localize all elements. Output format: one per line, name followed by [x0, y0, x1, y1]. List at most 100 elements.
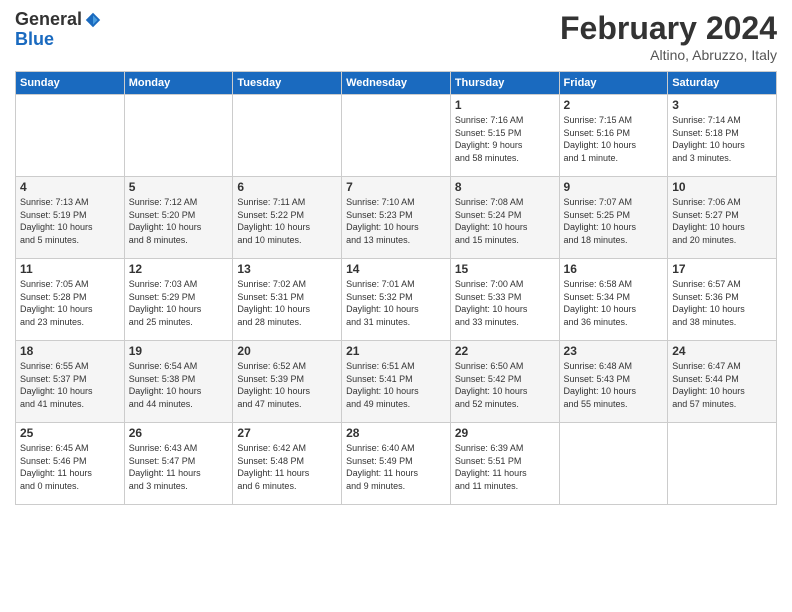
day-info: Sunrise: 7:11 AM Sunset: 5:22 PM Dayligh…	[237, 196, 337, 246]
day-info: Sunrise: 7:16 AM Sunset: 5:15 PM Dayligh…	[455, 114, 555, 164]
calendar-cell: 11 Sunrise: 7:05 AM Sunset: 5:28 PM Dayli…	[16, 259, 125, 341]
day-number: 23	[564, 344, 664, 358]
day-number: 19	[129, 344, 229, 358]
day-info: Sunrise: 7:13 AM Sunset: 5:19 PM Dayligh…	[20, 196, 120, 246]
day-number: 7	[346, 180, 446, 194]
calendar-cell	[16, 95, 125, 177]
day-info: Sunrise: 6:39 AM Sunset: 5:51 PM Dayligh…	[455, 442, 555, 492]
calendar-cell: 12 Sunrise: 7:03 AM Sunset: 5:29 PM Dayli…	[124, 259, 233, 341]
day-info: Sunrise: 6:42 AM Sunset: 5:48 PM Dayligh…	[237, 442, 337, 492]
day-number: 22	[455, 344, 555, 358]
calendar-cell: 13 Sunrise: 7:02 AM Sunset: 5:31 PM Dayli…	[233, 259, 342, 341]
day-number: 4	[20, 180, 120, 194]
day-info: Sunrise: 7:07 AM Sunset: 5:25 PM Dayligh…	[564, 196, 664, 246]
day-number: 3	[672, 98, 772, 112]
weekday-header: Friday	[559, 72, 668, 95]
day-number: 12	[129, 262, 229, 276]
day-number: 10	[672, 180, 772, 194]
day-number: 26	[129, 426, 229, 440]
day-number: 27	[237, 426, 337, 440]
weekday-header: Sunday	[16, 72, 125, 95]
day-info: Sunrise: 7:00 AM Sunset: 5:33 PM Dayligh…	[455, 278, 555, 328]
logo-blue: Blue	[15, 30, 102, 50]
calendar-cell: 29 Sunrise: 6:39 AM Sunset: 5:51 PM Dayli…	[450, 423, 559, 505]
calendar-cell	[233, 95, 342, 177]
calendar-cell: 17Sunrise: 6:57 AM Sunset: 5:36 PM Dayli…	[668, 259, 777, 341]
day-info: Sunrise: 6:51 AM Sunset: 5:41 PM Dayligh…	[346, 360, 446, 410]
day-number: 24	[672, 344, 772, 358]
calendar-cell: 26 Sunrise: 6:43 AM Sunset: 5:47 PM Dayli…	[124, 423, 233, 505]
day-number: 8	[455, 180, 555, 194]
calendar-cell: 5Sunrise: 7:12 AM Sunset: 5:20 PM Daylig…	[124, 177, 233, 259]
calendar-cell	[559, 423, 668, 505]
day-info: Sunrise: 6:58 AM Sunset: 5:34 PM Dayligh…	[564, 278, 664, 328]
logo: General Blue	[15, 10, 102, 50]
weekday-header: Saturday	[668, 72, 777, 95]
day-number: 9	[564, 180, 664, 194]
day-number: 21	[346, 344, 446, 358]
calendar-cell	[342, 95, 451, 177]
day-info: Sunrise: 7:05 AM Sunset: 5:28 PM Dayligh…	[20, 278, 120, 328]
day-info: Sunrise: 7:14 AM Sunset: 5:18 PM Dayligh…	[672, 114, 772, 164]
calendar-cell: 20 Sunrise: 6:52 AM Sunset: 5:39 PM Dayli…	[233, 341, 342, 423]
day-number: 15	[455, 262, 555, 276]
day-number: 11	[20, 262, 120, 276]
day-info: Sunrise: 6:50 AM Sunset: 5:42 PM Dayligh…	[455, 360, 555, 410]
calendar-cell: 6 Sunrise: 7:11 AM Sunset: 5:22 PM Daylig…	[233, 177, 342, 259]
day-info: Sunrise: 7:02 AM Sunset: 5:31 PM Dayligh…	[237, 278, 337, 328]
calendar-cell: 23Sunrise: 6:48 AM Sunset: 5:43 PM Dayli…	[559, 341, 668, 423]
calendar-cell: 8 Sunrise: 7:08 AM Sunset: 5:24 PM Daylig…	[450, 177, 559, 259]
weekday-header: Wednesday	[342, 72, 451, 95]
calendar-table: SundayMondayTuesdayWednesdayThursdayFrid…	[15, 71, 777, 505]
day-number: 1	[455, 98, 555, 112]
calendar-cell: 10 Sunrise: 7:06 AM Sunset: 5:27 PM Dayli…	[668, 177, 777, 259]
day-number: 14	[346, 262, 446, 276]
day-info: Sunrise: 7:01 AM Sunset: 5:32 PM Dayligh…	[346, 278, 446, 328]
day-number: 20	[237, 344, 337, 358]
calendar-cell: 18 Sunrise: 6:55 AM Sunset: 5:37 PM Dayli…	[16, 341, 125, 423]
location: Altino, Abruzzo, Italy	[560, 47, 777, 63]
day-number: 6	[237, 180, 337, 194]
day-number: 17	[672, 262, 772, 276]
calendar-cell: 4 Sunrise: 7:13 AM Sunset: 5:19 PM Daylig…	[16, 177, 125, 259]
calendar-cell: 28Sunrise: 6:40 AM Sunset: 5:49 PM Dayli…	[342, 423, 451, 505]
day-info: Sunrise: 6:45 AM Sunset: 5:46 PM Dayligh…	[20, 442, 120, 492]
day-number: 2	[564, 98, 664, 112]
calendar-cell: 27 Sunrise: 6:42 AM Sunset: 5:48 PM Dayli…	[233, 423, 342, 505]
day-info: Sunrise: 7:15 AM Sunset: 5:16 PM Dayligh…	[564, 114, 664, 164]
calendar-cell: 3 Sunrise: 7:14 AM Sunset: 5:18 PM Daylig…	[668, 95, 777, 177]
calendar-cell: 2 Sunrise: 7:15 AM Sunset: 5:16 PM Daylig…	[559, 95, 668, 177]
day-number: 13	[237, 262, 337, 276]
calendar-cell: 9 Sunrise: 7:07 AM Sunset: 5:25 PM Daylig…	[559, 177, 668, 259]
calendar-cell: 15 Sunrise: 7:00 AM Sunset: 5:33 PM Dayli…	[450, 259, 559, 341]
calendar-cell: 24 Sunrise: 6:47 AM Sunset: 5:44 PM Dayli…	[668, 341, 777, 423]
day-info: Sunrise: 6:55 AM Sunset: 5:37 PM Dayligh…	[20, 360, 120, 410]
calendar-cell: 25 Sunrise: 6:45 AM Sunset: 5:46 PM Dayli…	[16, 423, 125, 505]
day-info: Sunrise: 7:12 AM Sunset: 5:20 PM Dayligh…	[129, 196, 229, 246]
weekday-header: Thursday	[450, 72, 559, 95]
day-number: 28	[346, 426, 446, 440]
page-container: General Blue February 2024 Altino, Abruz…	[0, 0, 792, 515]
day-info: Sunrise: 6:52 AM Sunset: 5:39 PM Dayligh…	[237, 360, 337, 410]
day-info: Sunrise: 7:06 AM Sunset: 5:27 PM Dayligh…	[672, 196, 772, 246]
day-info: Sunrise: 7:03 AM Sunset: 5:29 PM Dayligh…	[129, 278, 229, 328]
day-number: 29	[455, 426, 555, 440]
calendar-cell: 21 Sunrise: 6:51 AM Sunset: 5:41 PM Dayli…	[342, 341, 451, 423]
day-number: 16	[564, 262, 664, 276]
day-info: Sunrise: 6:47 AM Sunset: 5:44 PM Dayligh…	[672, 360, 772, 410]
calendar-cell: 19 Sunrise: 6:54 AM Sunset: 5:38 PM Dayli…	[124, 341, 233, 423]
weekday-header: Tuesday	[233, 72, 342, 95]
header: General Blue February 2024 Altino, Abruz…	[15, 10, 777, 63]
day-info: Sunrise: 6:54 AM Sunset: 5:38 PM Dayligh…	[129, 360, 229, 410]
day-info: Sunrise: 7:10 AM Sunset: 5:23 PM Dayligh…	[346, 196, 446, 246]
logo-icon	[84, 11, 102, 29]
day-info: Sunrise: 6:43 AM Sunset: 5:47 PM Dayligh…	[129, 442, 229, 492]
day-number: 18	[20, 344, 120, 358]
calendar-cell	[668, 423, 777, 505]
day-number: 25	[20, 426, 120, 440]
month-title: February 2024	[560, 10, 777, 47]
day-info: Sunrise: 7:08 AM Sunset: 5:24 PM Dayligh…	[455, 196, 555, 246]
calendar-cell: 7 Sunrise: 7:10 AM Sunset: 5:23 PM Daylig…	[342, 177, 451, 259]
calendar-cell: 16 Sunrise: 6:58 AM Sunset: 5:34 PM Dayli…	[559, 259, 668, 341]
weekday-header: Monday	[124, 72, 233, 95]
